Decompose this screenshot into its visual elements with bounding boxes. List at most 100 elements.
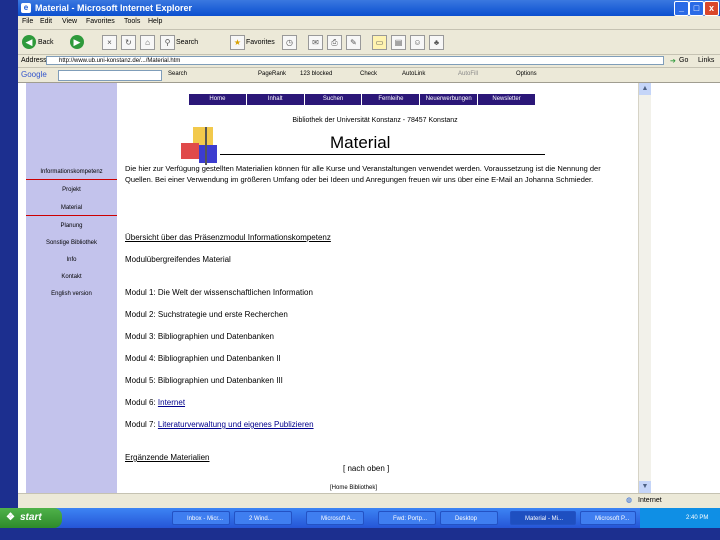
search-icon[interactable]: ⚲ <box>160 35 175 50</box>
menu-help[interactable]: Help <box>148 18 162 25</box>
module-1: Modul 1: Die Welt der wissenschaftlichen… <box>125 288 313 297</box>
pagerank-label: PageRank <box>258 71 287 77</box>
research-icon[interactable]: ▤ <box>391 35 406 50</box>
nav-fernleihe[interactable]: Fernleihe <box>362 94 421 105</box>
module-6-link[interactable]: Internet <box>158 398 185 407</box>
task-access[interactable]: Microsoft A... <box>306 511 364 525</box>
spell-check-button[interactable]: Check <box>360 71 377 77</box>
home-library-link[interactable]: [Home Bibliothek] <box>330 485 377 491</box>
print-icon[interactable]: ⎙ <box>327 35 342 50</box>
library-subtitle: Bibliothek der Universität Konstanz - 78… <box>292 117 458 124</box>
task-windows[interactable]: 2 Wind... <box>234 511 292 525</box>
module-6: Modul 6: Internet <box>125 398 185 407</box>
buddy-icon[interactable]: ♣ <box>429 35 444 50</box>
sidebar-nav: Informationskompetenz Projekt Material P… <box>26 83 117 493</box>
module-7-link[interactable]: Literaturverwaltung und eigenes Publizie… <box>158 420 314 429</box>
sidebar-item-planung[interactable]: Planung <box>26 219 117 233</box>
task-material-active[interactable]: Material - Mi... <box>510 511 576 525</box>
windows-logo-icon: ❖ <box>6 512 15 523</box>
title-bar: e Material - Microsoft Internet Explorer… <box>18 0 720 16</box>
nav-inhalt[interactable]: Inhalt <box>246 94 305 105</box>
back-label[interactable]: Back <box>38 39 54 46</box>
scroll-down-icon[interactable]: ▼ <box>639 481 651 493</box>
favorites-label[interactable]: Favorites <box>246 39 275 46</box>
start-button[interactable]: ❖ start <box>0 508 62 528</box>
sidebar-item-sonstige[interactable]: Sonstige Bibliothek <box>26 236 117 250</box>
edit-icon[interactable]: ✎ <box>346 35 361 50</box>
page-viewport: Informationskompetenz Projekt Material P… <box>18 83 720 493</box>
go-arrow-icon[interactable]: ➔ <box>670 57 676 65</box>
system-tray: 2:40 PM <box>640 508 720 528</box>
address-label: Address <box>21 57 47 64</box>
task-desktop[interactable]: Desktop <box>440 511 498 525</box>
favorites-star-icon[interactable]: ★ <box>230 35 245 50</box>
slide-bottom-strip <box>0 528 720 540</box>
module-5: Modul 5: Bibliographien und Datenbanken … <box>125 376 283 385</box>
mail-icon[interactable]: ✉ <box>308 35 323 50</box>
refresh-icon[interactable]: ↻ <box>121 35 136 50</box>
module-2: Modul 2: Suchstrategie und erste Recherc… <box>125 310 288 319</box>
address-url: http://www.ub.uni-konstanz.de/.../Materi… <box>59 58 181 64</box>
sidebar-item-material[interactable]: Material <box>26 201 117 216</box>
browser-window: e Material - Microsoft Internet Explorer… <box>18 0 720 509</box>
sidebar-item-info[interactable]: Info <box>26 253 117 267</box>
links-label[interactable]: Links <box>698 57 714 64</box>
menu-bar: File Edit View Favorites Tools Help <box>18 16 720 30</box>
autolink-button[interactable]: AutoLink <box>402 71 425 77</box>
forward-arrow-icon[interactable]: ▶ <box>70 35 84 49</box>
google-toolbar: Google Search PageRank 123 blocked Check… <box>18 68 720 83</box>
minimize-button[interactable]: _ <box>674 1 689 16</box>
ie-logo-icon: e <box>21 3 31 13</box>
back-to-top-link[interactable]: [ nach oben ] <box>343 464 389 473</box>
address-input[interactable]: http://www.ub.uni-konstanz.de/.../Materi… <box>46 56 664 65</box>
menu-favorites[interactable]: Favorites <box>86 18 115 25</box>
module-6-label: Modul 6: <box>125 398 158 407</box>
google-search-input[interactable] <box>58 70 162 81</box>
main-content: Home Inhalt Suchen Fernleihe Neuerwerbun… <box>125 83 625 493</box>
back-arrow-icon[interactable]: ◀ <box>22 35 36 49</box>
stop-icon[interactable]: × <box>102 35 117 50</box>
messenger-icon[interactable]: ☺ <box>410 35 425 50</box>
scroll-up-icon[interactable]: ▲ <box>639 83 651 95</box>
popup-blocked-label[interactable]: 123 blocked <box>300 71 332 77</box>
title-divider <box>220 154 545 155</box>
sidebar-item-informationskompetenz[interactable]: Informationskompetenz <box>26 165 117 180</box>
menu-tools[interactable]: Tools <box>124 18 140 25</box>
folder-icon[interactable]: ▭ <box>372 35 387 50</box>
google-logo: Google <box>21 70 47 79</box>
history-icon[interactable]: ◷ <box>282 35 297 50</box>
task-inbox[interactable]: Inbox - Micr... <box>172 511 230 525</box>
menu-view[interactable]: View <box>62 18 77 25</box>
nav-home[interactable]: Home <box>189 94 247 105</box>
vertical-scrollbar[interactable]: ▲ ▼ <box>638 83 651 493</box>
start-label: start <box>20 512 42 523</box>
task-powerpoint[interactable]: Microsoft P... <box>580 511 636 525</box>
window-title: Material - Microsoft Internet Explorer <box>35 3 193 13</box>
sidebar-item-kontakt[interactable]: Kontakt <box>26 270 117 284</box>
maximize-button[interactable]: □ <box>689 1 704 16</box>
nav-newsletter[interactable]: Newsletter <box>478 94 536 105</box>
menu-edit[interactable]: Edit <box>40 18 52 25</box>
overview-link[interactable]: Übersicht über das Präsenzmodul Informat… <box>125 233 331 242</box>
task-fwd[interactable]: Fwd: Portp... <box>378 511 436 525</box>
nav-suchen[interactable]: Suchen <box>304 94 363 105</box>
module-4: Modul 4: Bibliographien und Datenbanken … <box>125 354 281 363</box>
google-search-button[interactable]: Search <box>168 71 187 77</box>
zone-label: Internet <box>638 497 662 504</box>
address-bar: Address http://www.ub.uni-konstanz.de/..… <box>18 55 720 68</box>
options-button[interactable]: Options <box>516 71 537 77</box>
home-icon[interactable]: ⌂ <box>140 35 155 50</box>
module-3: Modul 3: Bibliographien und Datenbanken <box>125 332 274 341</box>
sidebar-item-projekt[interactable]: Projekt <box>26 183 117 197</box>
autofill-button[interactable]: AutoFill <box>458 71 478 77</box>
go-button[interactable]: Go <box>679 57 688 64</box>
clock[interactable]: 2:40 PM <box>686 508 708 528</box>
supplementary-materials-link[interactable]: Ergänzende Materialien <box>125 453 210 462</box>
top-navigation: Home Inhalt Suchen Fernleihe Neuerwerbun… <box>189 94 536 105</box>
search-label[interactable]: Search <box>176 39 198 46</box>
close-button[interactable]: x <box>704 1 719 16</box>
sidebar-item-english[interactable]: English version <box>26 287 117 301</box>
menu-file[interactable]: File <box>22 18 33 25</box>
nav-neuerwerbungen[interactable]: Neuerwerbungen <box>420 94 479 105</box>
module-7: Modul 7: Literaturverwaltung und eigenes… <box>125 420 314 429</box>
